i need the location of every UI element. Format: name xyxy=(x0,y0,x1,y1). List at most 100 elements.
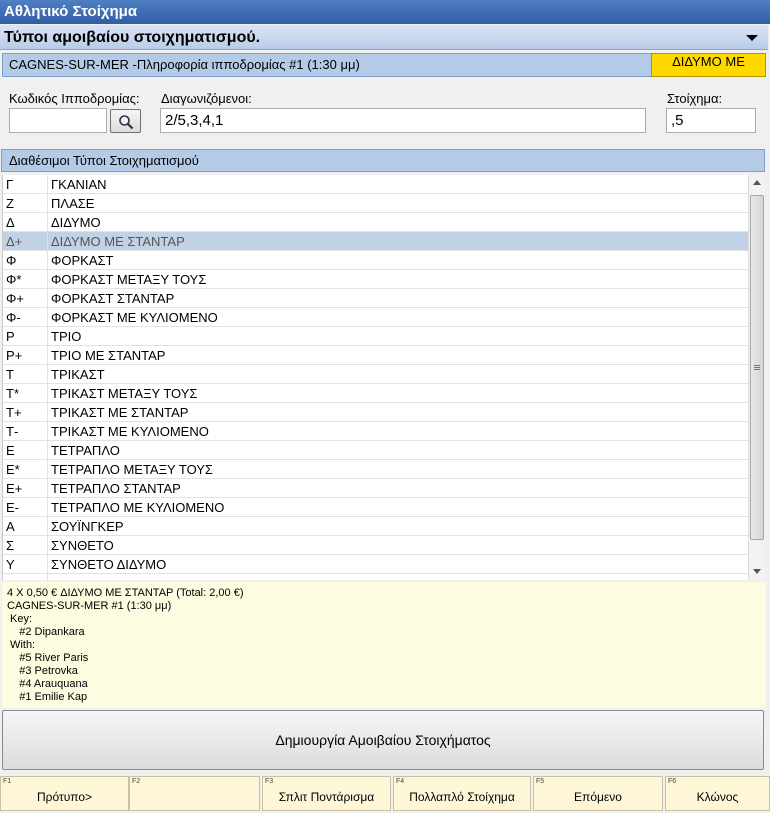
panel-title: Τύποι αμοιβαίου στοιχηματισμού. xyxy=(4,29,261,46)
summary-line: 4 X 0,50 € ΔΙΔΥΜΟ ΜΕ ΣΤΑΝΤΑΡ (Total: 2,0… xyxy=(7,587,244,599)
scroll-down-icon[interactable] xyxy=(753,569,761,574)
fkey-label: Σπλιτ Ποντάρισμα xyxy=(278,790,375,804)
bet-types-list-header: Διαθέσιμοι Τύποι Στοιχηματισμού xyxy=(1,149,765,172)
list-item[interactable]: Ε* ΤΕΤΡΑΠΛΟ ΜΕΤΑΞΥ ΤΟΥΣ xyxy=(3,460,748,479)
list-item[interactable]: Ρ+ ΤΡΙΟ ΜΕ ΣΤΑΝΤΑΡ xyxy=(3,346,748,365)
list-item[interactable]: Τ+ ΤΡΙΚΑΣΤ ΜΕ ΣΤΑΝΤΑΡ xyxy=(3,403,748,422)
scroll-up-icon[interactable] xyxy=(753,180,761,185)
list-item[interactable]: Φ ΦΟΡΚΑΣΤ xyxy=(3,251,748,270)
race-info-text: CAGNES-SUR-MER -Πληροφορία ιπποδρομίας #… xyxy=(9,57,360,72)
stake-input[interactable]: ,5 xyxy=(666,108,756,133)
summary-line: #2 Dipankara xyxy=(7,626,85,638)
fkey-f2-button[interactable]: F2 xyxy=(129,776,260,811)
fkey-label: Πολλαπλό Στοίχημα xyxy=(409,790,515,804)
bet-type-name: ΦΟΡΚΑΣΤ xyxy=(51,253,114,268)
window-title: Αθλητικό Στοίχημα xyxy=(0,0,770,24)
bet-summary: 4 X 0,50 € ΔΙΔΥΜΟ ΜΕ ΣΤΑΝΤΑΡ (Total: 2,0… xyxy=(2,582,766,708)
bet-type-code: Φ xyxy=(6,253,17,268)
fkey-f3-button[interactable]: F3 Σπλιτ Ποντάρισμα xyxy=(262,776,391,811)
fkey-number: F4 xyxy=(396,778,405,785)
list-item[interactable]: Ρ ΤΡΙΟ xyxy=(3,327,748,346)
fkey-label: Επόμενο xyxy=(574,790,622,804)
summary-line: CAGNES-SUR-MER #1 (1:30 μμ) xyxy=(7,600,172,612)
fkey-f1-button[interactable]: F1 Πρότυπο> xyxy=(0,776,129,811)
bet-type-name: ΤΕΤΡΑΠΛΟ xyxy=(51,443,120,458)
bet-type-name: ΤΡΙΟ ΜΕ ΣΤΑΝΤΑΡ xyxy=(51,348,166,363)
bet-type-code: Ζ xyxy=(6,196,14,211)
search-button[interactable] xyxy=(110,109,141,133)
scrollbar-thumb[interactable] xyxy=(750,195,764,540)
list-item[interactable]: Φ- ΦΟΡΚΑΣΤ ΜΕ ΚΥΛΙΟΜΕΝΟ xyxy=(3,308,748,327)
chevron-down-icon[interactable] xyxy=(746,35,758,41)
race-info-bar: CAGNES-SUR-MER -Πληροφορία ιπποδρομίας #… xyxy=(2,53,766,77)
list-item[interactable]: Γ ΓΚΑΝΙΑΝ xyxy=(3,175,748,194)
summary-line: #1 Emilie Kap xyxy=(7,691,88,703)
bet-type-name: ΦΟΡΚΑΣΤ ΜΕ ΚΥΛΙΟΜΕΝΟ xyxy=(51,310,218,325)
bet-type-code: Γ xyxy=(6,177,14,192)
list-item[interactable]: Ε- ΤΕΤΡΑΠΛΟ ΜΕ ΚΥΛΙΟΜΕΝΟ xyxy=(3,498,748,517)
bet-type-name: ΦΟΡΚΑΣΤ ΜΕΤΑΞΥ ΤΟΥΣ xyxy=(51,272,207,287)
selected-bet-type-badge: ΔΙΔΥΜΟ ΜΕ xyxy=(651,53,766,77)
fkey-label: Κλώνος xyxy=(696,790,739,804)
list-item[interactable]: Σ ΣΥΝΘΕΤΟ xyxy=(3,536,748,555)
bet-type-code: Ε+ xyxy=(6,481,23,496)
list-item[interactable]: Φ+ ΦΟΡΚΑΣΤ ΣΤΑΝΤΑΡ xyxy=(3,289,748,308)
fkey-number: F6 xyxy=(668,778,677,785)
bet-type-code: Τ+ xyxy=(6,405,22,420)
bet-type-name: ΤΡΙΟ xyxy=(51,329,82,344)
bet-type-name: ΓΚΑΝΙΑΝ xyxy=(51,177,107,192)
bet-type-code: Τ* xyxy=(6,386,19,401)
bet-type-code: Φ+ xyxy=(6,291,24,306)
bet-type-code: Ε xyxy=(6,443,15,458)
bet-type-name: ΦΟΡΚΑΣΤ ΣΤΑΝΤΑΡ xyxy=(51,291,175,306)
runners-input[interactable]: 2/5,3,4,1 xyxy=(160,108,646,133)
fkey-f4-button[interactable]: F4 Πολλαπλό Στοίχημα xyxy=(393,776,531,811)
list-item[interactable]: Τ ΤΡΙΚΑΣΤ xyxy=(3,365,748,384)
bet-type-code: Φ* xyxy=(6,272,22,287)
fkey-f6-button[interactable]: F6 Κλώνος xyxy=(665,776,770,811)
fkey-number: F1 xyxy=(3,778,12,785)
summary-line: #5 River Paris xyxy=(7,652,89,664)
summary-line: #3 Petrovka xyxy=(7,665,78,677)
bet-type-name: ΤΕΤΡΑΠΛΟ ΜΕ ΚΥΛΙΟΜΕΝΟ xyxy=(51,500,225,515)
list-item[interactable]: Υ ΣΥΝΘΕΤΟ ΔΙΔΥΜΟ xyxy=(3,555,748,574)
bet-type-name: ΣΥΝΘΕΤΟ xyxy=(51,538,114,553)
search-icon xyxy=(119,115,134,130)
bet-type-name: ΤΡΙΚΑΣΤ xyxy=(51,367,105,382)
list-item[interactable]: Φ* ΦΟΡΚΑΣΤ ΜΕΤΑΞΥ ΤΟΥΣ xyxy=(3,270,748,289)
bet-type-name: ΣΥΝΘΕΤΟ ΔΙΔΥΜΟ xyxy=(51,557,167,572)
bet-type-code: Σ xyxy=(6,538,15,553)
track-code-input[interactable] xyxy=(9,108,107,133)
bet-type-name: ΔΙΔΥΜΟ ΜΕ ΣΤΑΝΤΑΡ xyxy=(51,234,185,249)
bet-type-code: Ρ xyxy=(6,329,15,344)
list-scrollbar[interactable] xyxy=(748,175,765,580)
bet-types-list[interactable]: Γ ΓΚΑΝΙΑΝ Ζ ΠΛΑΣΕ Δ ΔΙΔΥΜΟ Δ+ ΔΙΔΥΜΟ ΜΕ ΣΤΑΝΤΑΡ… xyxy=(2,175,748,580)
bet-type-code: Δ xyxy=(6,215,15,230)
bet-type-name: ΤΡΙΚΑΣΤ ΜΕΤΑΞΥ ΤΟΥΣ xyxy=(51,386,198,401)
runners-label: Διαγωνιζόμενοι: xyxy=(161,91,252,106)
bet-type-code: Τ- xyxy=(6,424,19,439)
fkey-number: F3 xyxy=(265,778,274,785)
panel-header[interactable]: Τύποι αμοιβαίου στοιχηματισμού. xyxy=(0,25,768,50)
list-item[interactable] xyxy=(3,574,748,580)
fkey-f5-button[interactable]: F5 Επόμενο xyxy=(533,776,663,811)
list-item[interactable]: Ε ΤΕΤΡΑΠΛΟ xyxy=(3,441,748,460)
create-bet-button[interactable]: Δημιουργία Αμοιβαίου Στοιχήματος xyxy=(2,710,764,770)
list-item[interactable]: Ζ ΠΛΑΣΕ xyxy=(3,194,748,213)
bet-type-code: Τ xyxy=(6,367,14,382)
summary-line: Key: xyxy=(7,613,33,625)
track-code-label: Κωδικός Ιπποδρομίας: xyxy=(9,91,140,106)
fkey-number: F5 xyxy=(536,778,545,785)
list-item[interactable]: Τ* ΤΡΙΚΑΣΤ ΜΕΤΑΞΥ ΤΟΥΣ xyxy=(3,384,748,403)
bet-type-name: ΤΕΤΡΑΠΛΟ ΜΕΤΑΞΥ ΤΟΥΣ xyxy=(51,462,213,477)
list-item[interactable]: Τ- ΤΡΙΚΑΣΤ ΜΕ ΚΥΛΙΟΜΕΝΟ xyxy=(3,422,748,441)
list-item[interactable]: Ε+ ΤΕΤΡΑΠΛΟ ΣΤΑΝΤΑΡ xyxy=(3,479,748,498)
bet-type-code: Ε* xyxy=(6,462,20,477)
list-item[interactable]: Δ+ ΔΙΔΥΜΟ ΜΕ ΣΤΑΝΤΑΡ xyxy=(3,232,748,251)
stake-label: Στοίχημα: xyxy=(667,91,723,106)
bet-type-code: Α xyxy=(6,519,15,534)
bet-type-name: ΤΕΤΡΑΠΛΟ ΣΤΑΝΤΑΡ xyxy=(51,481,181,496)
list-item[interactable]: Δ ΔΙΔΥΜΟ xyxy=(3,213,748,232)
list-item[interactable]: Α ΣΟΥΪΝΓΚΕΡ xyxy=(3,517,748,536)
summary-line: With: xyxy=(7,639,36,651)
